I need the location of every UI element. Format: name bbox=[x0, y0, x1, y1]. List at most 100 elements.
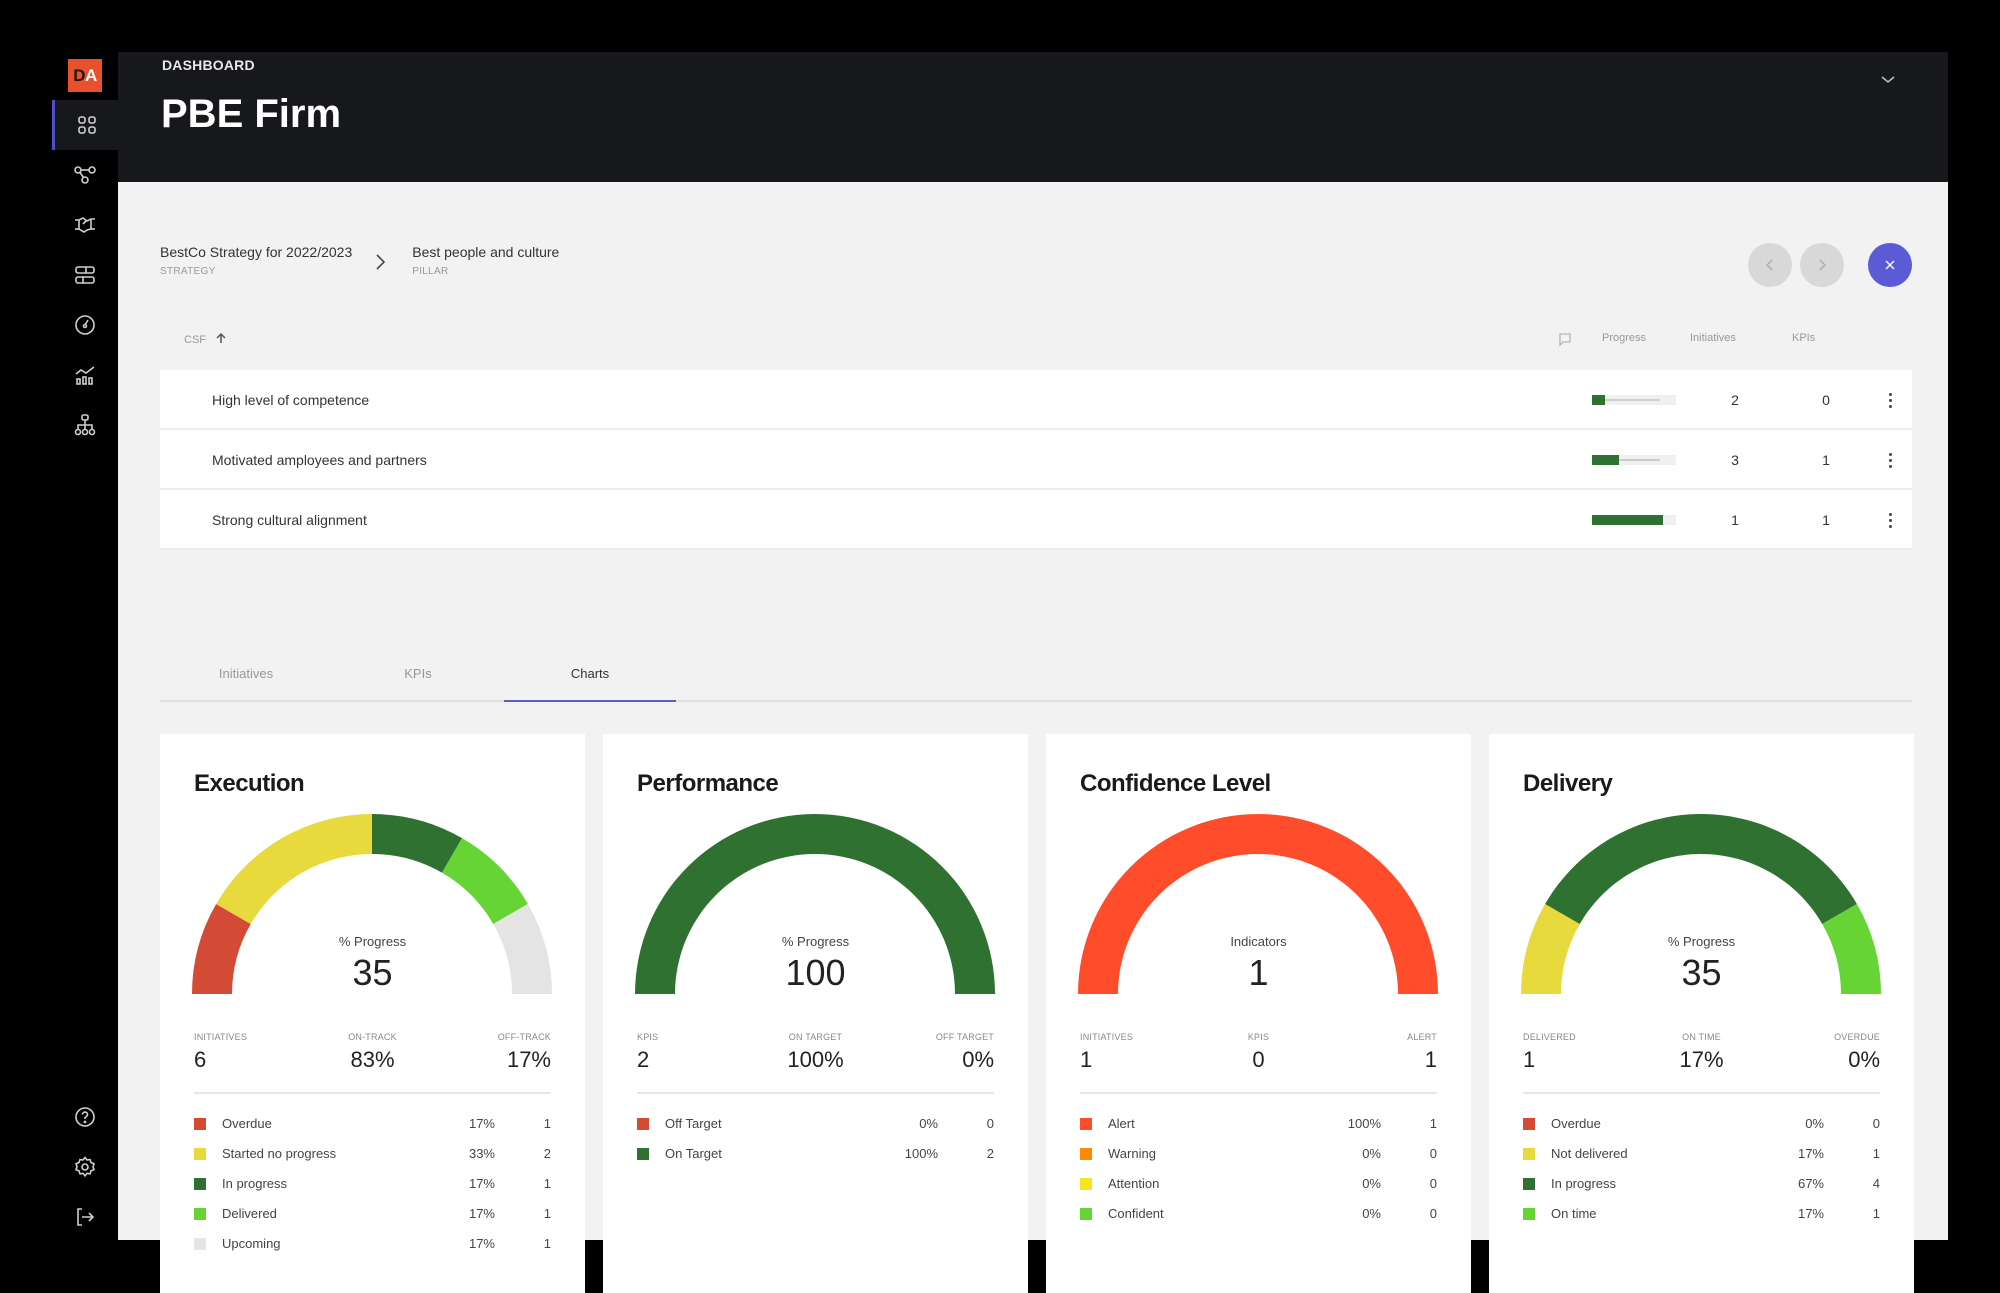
initiatives-count: 1 bbox=[1731, 512, 1739, 528]
gauge-center-label: % Progress bbox=[781, 934, 850, 949]
stat-overdue: OVERDUE 0% bbox=[1834, 1032, 1880, 1072]
sidebar-item-analytics[interactable] bbox=[52, 350, 118, 400]
gauge-icon bbox=[75, 315, 95, 335]
legend-item: In progress 17% 1 bbox=[194, 1174, 551, 1204]
sidebar-item-initiatives[interactable] bbox=[52, 250, 118, 300]
csf-sort-header[interactable]: CSF bbox=[184, 332, 227, 346]
legend-count: 1 bbox=[543, 1236, 551, 1251]
kpis-column-header[interactable]: KPIs bbox=[1792, 332, 1815, 344]
stacked-bars-icon bbox=[75, 266, 95, 284]
table-row[interactable]: Strong cultural alignment 1 1 bbox=[160, 490, 1912, 550]
legend-item: Attention 0% 0 bbox=[1080, 1174, 1437, 1204]
legend-percent: 17% bbox=[468, 1116, 495, 1131]
gauge-center-value: 35 bbox=[1681, 952, 1722, 993]
previous-button[interactable] bbox=[1748, 243, 1792, 287]
legend-count: 1 bbox=[1429, 1116, 1437, 1131]
tab-charts[interactable]: Charts bbox=[504, 648, 676, 702]
legend-item: Upcoming 17% 1 bbox=[194, 1234, 551, 1264]
legend-label: Warning bbox=[1108, 1146, 1156, 1161]
tab-initiatives[interactable]: Initiatives bbox=[160, 648, 332, 702]
gauge-segment-started-no-progress[interactable] bbox=[216, 814, 372, 924]
sidebar-help[interactable] bbox=[52, 1092, 118, 1142]
progress-column-header[interactable]: Progress bbox=[1602, 332, 1646, 344]
initiatives-count: 3 bbox=[1731, 452, 1739, 468]
legend-percent: 67% bbox=[1797, 1176, 1824, 1191]
sidebar-logout[interactable] bbox=[52, 1192, 118, 1242]
table-row[interactable]: Motivated amployees and partners 3 1 bbox=[160, 430, 1912, 490]
gauge-segment-delivered[interactable] bbox=[442, 838, 528, 924]
stat-alert: ALERT 1 bbox=[1407, 1032, 1437, 1072]
legend-count: 0 bbox=[986, 1116, 994, 1131]
sidebar-item-performance[interactable] bbox=[52, 300, 118, 350]
legend-count: 1 bbox=[543, 1206, 551, 1221]
help-icon bbox=[75, 1107, 95, 1127]
initiatives-count: 2 bbox=[1731, 392, 1739, 408]
handshake-icon bbox=[75, 217, 95, 233]
kpis-count: 1 bbox=[1822, 452, 1830, 468]
summary-stats: INITIATIVES 6 ON-TRACK 83% OFF-TRACK 17% bbox=[194, 1032, 551, 1082]
more-options-icon[interactable] bbox=[1880, 448, 1900, 472]
initiatives-column-header[interactable]: Initiatives bbox=[1690, 332, 1736, 344]
next-button[interactable] bbox=[1800, 243, 1844, 287]
sidebar-item-dashboard[interactable] bbox=[52, 100, 118, 150]
csf-table: High level of competence 2 0 Motivated a… bbox=[160, 370, 1912, 550]
legend-swatch bbox=[1523, 1118, 1535, 1130]
legend-label: In progress bbox=[222, 1176, 288, 1191]
legend-count: 1 bbox=[1872, 1206, 1880, 1221]
page-header: DASHBOARD PBE Firm bbox=[118, 52, 1948, 182]
legend-swatch bbox=[194, 1148, 206, 1160]
breadcrumb-strategy[interactable]: BestCo Strategy for 2022/2023 STRATEGY bbox=[160, 244, 352, 277]
kpis-count: 0 bbox=[1822, 392, 1830, 408]
gauge-center-label: % Progress bbox=[338, 934, 407, 949]
execution-card: Execution % Progress 35 INITIATIVES 6 ON-T… bbox=[160, 734, 585, 1293]
device-frame: DA DASHBOARD PBE Firm BestCo Strategy fo… bbox=[0, 0, 2000, 1293]
divider bbox=[194, 1092, 551, 1094]
table-header: CSF Progress Initiatives KPIs bbox=[160, 332, 1912, 352]
stat-on-target: ON TARGET 100% bbox=[787, 1032, 844, 1072]
divider bbox=[1080, 1092, 1437, 1094]
legend-label: Attention bbox=[1108, 1176, 1160, 1191]
legend-swatch bbox=[194, 1238, 206, 1250]
sidebar-item-organization[interactable] bbox=[52, 400, 118, 450]
sidebar-item-strategy-map[interactable] bbox=[52, 150, 118, 200]
more-options-icon[interactable] bbox=[1880, 508, 1900, 532]
legend-count: 1 bbox=[543, 1176, 551, 1191]
sidebar-settings[interactable] bbox=[52, 1142, 118, 1192]
legend-swatch bbox=[194, 1208, 206, 1220]
legend-item: Off Target 0% 0 bbox=[637, 1114, 994, 1144]
legend-item: Overdue 0% 0 bbox=[1523, 1114, 1880, 1144]
section-label: DASHBOARD bbox=[162, 57, 255, 73]
chevron-down-icon[interactable] bbox=[1878, 70, 1898, 90]
legend-label: Delivered bbox=[222, 1206, 277, 1221]
legend-label: Off Target bbox=[665, 1116, 722, 1131]
summary-stats: INITIATIVES 1 KPIS 0 ALERT 1 bbox=[1080, 1032, 1437, 1082]
card-title: Delivery bbox=[1523, 770, 1613, 797]
legend-swatch bbox=[1523, 1208, 1535, 1220]
legend-label: Overdue bbox=[222, 1116, 272, 1131]
legend-item: Not delivered 17% 1 bbox=[1523, 1144, 1880, 1174]
chart-legend: Overdue 0% 0 Not delivered 17% 1 In prog… bbox=[1523, 1114, 1880, 1234]
chevron-right-icon bbox=[376, 254, 386, 270]
delivery-card: Delivery % Progress 35 DELIVERED 1 ON TIME… bbox=[1489, 734, 1914, 1293]
tab-kpis[interactable]: KPIs bbox=[332, 648, 504, 702]
nodes-icon bbox=[74, 166, 96, 184]
stat-off-track: OFF-TRACK 17% bbox=[497, 1032, 551, 1072]
app-logo[interactable]: DA bbox=[68, 59, 102, 92]
legend-count: 1 bbox=[1872, 1146, 1880, 1161]
card-title: Execution bbox=[194, 770, 305, 797]
close-button[interactable] bbox=[1868, 243, 1912, 287]
legend-item: On Target 100% 2 bbox=[637, 1144, 994, 1174]
table-row[interactable]: High level of competence 2 0 bbox=[160, 370, 1912, 430]
sidebar-item-partnerships[interactable] bbox=[52, 200, 118, 250]
kpis-count: 1 bbox=[1822, 512, 1830, 528]
legend-label: Confident bbox=[1108, 1206, 1164, 1221]
more-options-icon[interactable] bbox=[1880, 388, 1900, 412]
sidebar: DA bbox=[52, 52, 118, 1242]
gauge-segment-in-progress[interactable] bbox=[1545, 814, 1857, 924]
breadcrumb-pillar[interactable]: Best people and culture PILLAR bbox=[412, 244, 559, 277]
card-title: Confidence Level bbox=[1080, 770, 1271, 797]
legend-label: On time bbox=[1551, 1206, 1597, 1221]
chart-legend: Alert 100% 1 Warning 0% 0 Attention 0% 0… bbox=[1080, 1114, 1437, 1234]
progress-bar bbox=[1592, 395, 1676, 405]
legend-swatch bbox=[637, 1118, 649, 1130]
